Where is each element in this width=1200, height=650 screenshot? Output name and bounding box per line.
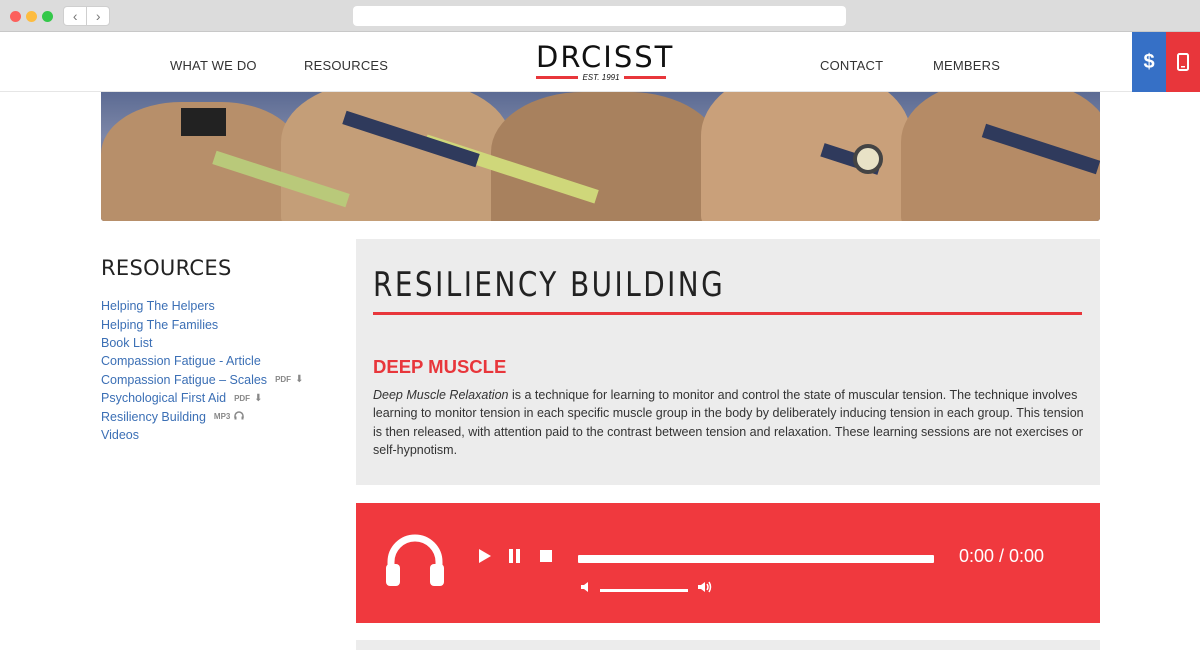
page-title: RESILIENCY BUILDING [373,265,726,305]
stop-icon[interactable] [539,548,553,564]
minimize-window-icon[interactable] [26,11,37,22]
volume-max-icon[interactable] [697,580,713,594]
playback-time: 0:00 / 0:00 [959,546,1045,566]
sidebar-item-label: Compassion Fatigue – Scales [101,372,268,387]
nav-resources[interactable]: RESOURCES [304,58,388,73]
forward-icon[interactable]: › [86,7,109,25]
logo-rule-right [623,76,667,79]
volume-slider[interactable] [600,589,688,592]
sidebar-title: RESOURCES [101,256,232,280]
browser-nav-buttons: ‹ › [63,6,110,26]
address-bar[interactable] [353,6,846,26]
dollar-icon: $ [1143,50,1155,73]
audio-player: 0:00 / 0:00 [356,503,1100,623]
article-body: Deep Muscle Relaxation is a technique fo… [373,386,1088,459]
headphones-icon[interactable] [234,410,245,423]
logo-tagline-row: EST. 1991 [536,73,667,82]
sidebar-resource-list: Helping The Helpers Helping The Families… [101,297,303,444]
logo-tagline: EST. 1991 [582,73,620,82]
progress-bar[interactable] [578,555,934,563]
nav-what-we-do[interactable]: WHAT WE DO [170,58,257,73]
close-window-icon[interactable] [10,11,21,22]
headphones-icon [386,534,444,586]
site-logo[interactable]: DRCISST EST. 1991 [536,40,675,82]
sidebar-item-label: Compassion Fatigue - Article [101,354,261,369]
sidebar-item-compassion-fatigue-article[interactable]: Compassion Fatigue - Article [101,352,303,370]
nav-members[interactable]: MEMBERS [933,58,1000,73]
sidebar-item-resiliency-building[interactable]: Resiliency Building MP3 [101,407,303,425]
sidebar-item-psychological-first-aid[interactable]: Psychological First Aid PDF ⬇ [101,389,303,407]
article-panel: RESILIENCY BUILDING DEEP MUSCLE Deep Mus… [356,239,1100,485]
sidebar-item-label: Resiliency Building [101,409,206,424]
maximize-window-icon[interactable] [42,11,53,22]
phone-button[interactable] [1166,32,1200,92]
mobile-phone-icon [1177,53,1189,71]
sidebar-item-label: Helping The Families [101,317,219,332]
sidebar-item-videos[interactable]: Videos [101,426,303,444]
download-icon[interactable]: ⬇ [295,374,303,385]
hero-banner-image [101,92,1100,221]
sidebar-item-label: Psychological First Aid [101,391,227,406]
browser-chrome: ‹ › [0,0,1200,32]
back-icon[interactable]: ‹ [64,7,86,25]
site-header: WHAT WE DO RESOURCES DRCISST EST. 1991 C… [0,32,1200,92]
sidebar-item-label: Videos [101,427,139,442]
file-type-badge: PDF [275,375,292,385]
sidebar-item-book-list[interactable]: Book List [101,334,303,352]
body-emphasis: Deep Muscle Relaxation [373,388,509,402]
volume-mute-icon[interactable] [580,581,592,593]
download-icon[interactable]: ⬇ [254,393,262,404]
section-title: DEEP MUSCLE [373,356,507,377]
next-section-panel [356,640,1100,650]
pause-icon[interactable] [508,548,522,564]
sidebar-item-label: Book List [101,335,153,350]
nav-contact[interactable]: CONTACT [820,58,883,73]
sidebar-item-helping-the-helpers[interactable]: Helping The Helpers [101,297,303,315]
logo-name: DRCISST [536,40,675,74]
sidebar-item-helping-the-families[interactable]: Helping The Families [101,315,303,333]
play-icon[interactable] [478,548,492,564]
file-type-badge: MP3 [213,412,231,422]
donate-button[interactable]: $ [1132,32,1166,92]
logo-rule-left [536,76,579,79]
sidebar-item-label: Helping The Helpers [101,299,215,314]
file-type-badge: PDF [234,393,251,403]
sidebar-item-compassion-fatigue-scales[interactable]: Compassion Fatigue – Scales PDF ⬇ [101,371,303,389]
title-underline [373,312,1082,315]
